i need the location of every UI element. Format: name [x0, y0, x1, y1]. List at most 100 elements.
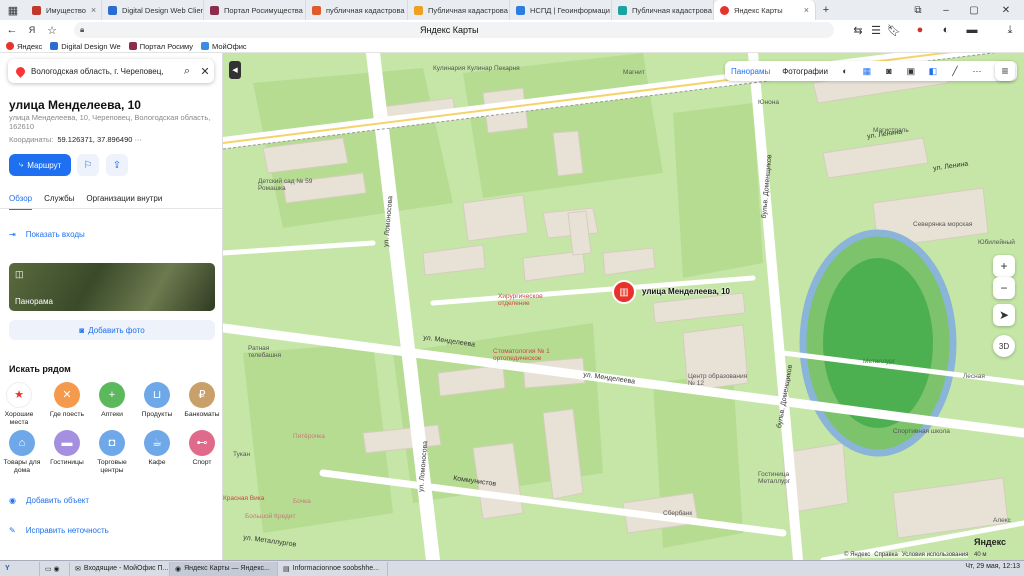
zoom-in-button[interactable]: +: [993, 255, 1015, 277]
map-layers-icon[interactable]: ◧: [922, 61, 944, 81]
browser-tab[interactable]: НСПД | Геоинформаци: [510, 0, 612, 20]
fix-error-link[interactable]: ✎ Исправить неточность: [9, 526, 109, 535]
poi-label[interactable]: Центр образования № 12: [688, 373, 748, 387]
geolocation-button[interactable]: ➤: [993, 304, 1015, 326]
poi-label[interactable]: Ратная телебашня: [248, 345, 298, 359]
coordinates-value[interactable]: 59.126371, 37.896490: [57, 135, 132, 144]
start-menu-icon[interactable]: Y: [0, 561, 40, 576]
poi-label[interactable]: Сбербанк: [663, 510, 692, 517]
close-tab-icon[interactable]: ×: [91, 5, 96, 15]
menu-icon[interactable]: ≡: [995, 61, 1015, 81]
poi-label[interactable]: Юбилейный: [978, 239, 1015, 246]
poi-label[interactable]: Красная Вика: [223, 495, 264, 502]
poi-label[interactable]: Детский сад № 59 Ромашка: [258, 178, 318, 192]
category-sport[interactable]: ⊷ Спорт: [182, 430, 222, 467]
poi-label[interactable]: Магнит: [623, 69, 645, 76]
bookmark-item[interactable]: Digital Design We: [50, 42, 121, 51]
poi-label[interactable]: Лесная: [963, 373, 985, 380]
close-tab-icon[interactable]: ×: [804, 5, 809, 15]
taskbar-item[interactable]: ✉ Входящие - МойОфис П...: [70, 561, 170, 576]
poi-label[interactable]: Кулинария Кулинар Пекарня: [433, 65, 520, 72]
poi-label[interactable]: Северянка морская: [913, 221, 973, 228]
save-bookmark-button[interactable]: ⚐: [77, 154, 99, 176]
poi-label[interactable]: Хирургическое отделение: [498, 293, 558, 307]
panorama-preview[interactable]: ◫ Панорама: [9, 263, 215, 311]
close-window-icon[interactable]: ✕: [992, 0, 1020, 20]
translate-icon[interactable]: ⇆: [848, 20, 868, 40]
more-icon[interactable]: ⋯: [966, 61, 988, 81]
search-box[interactable]: Вологодская область, г. Череповец, ⌕ ✕: [8, 59, 214, 83]
browser-tab[interactable]: публичная кадастрова: [306, 0, 408, 20]
add-object-link[interactable]: ◉ Добавить объект: [9, 496, 89, 505]
poi-label[interactable]: Стоматология № 1 ортопедическое: [493, 348, 563, 362]
taskbar-item[interactable]: ◉ Яндекс Карты — Яндекс...: [170, 561, 278, 576]
traffic-icon[interactable]: ▦: [856, 61, 878, 81]
quick-launch-icon[interactable]: ▭ ◉: [40, 561, 70, 576]
category-groceries[interactable]: ⊔ Продукты: [137, 382, 177, 419]
poi-label[interactable]: Бочка: [293, 498, 311, 505]
category-hotels[interactable]: ▬ Гостиницы: [47, 430, 87, 467]
bookmark-icon[interactable]: 🔖︎: [884, 20, 904, 40]
search-input[interactable]: Вологодская область, г. Череповец,: [31, 67, 178, 76]
category-pharmacy[interactable]: + Аптеки: [92, 382, 132, 419]
place-marker-label[interactable]: улица Менделеева, 10: [642, 287, 730, 296]
reader-icon[interactable]: ☰: [866, 20, 886, 40]
poi-label[interactable]: Алекс: [993, 517, 1011, 524]
poi-label[interactable]: Металлург: [863, 358, 895, 365]
browser-tab[interactable]: Имущество ×: [26, 0, 102, 20]
route-button[interactable]: ⤷ Маршрут: [9, 154, 71, 176]
downloads-icon[interactable]: ⤓: [1000, 20, 1020, 40]
minimize-icon[interactable]: –: [932, 0, 960, 20]
tab-menu-icon[interactable]: ▦: [0, 0, 26, 20]
poi-label[interactable]: Тукан: [233, 451, 250, 458]
collapse-panel-button[interactable]: ◀: [229, 61, 241, 79]
place-marker[interactable]: ▥: [612, 280, 636, 304]
layers-icon[interactable]: ◐: [834, 61, 856, 81]
category-cafe[interactable]: ☕︎ Кафе: [137, 430, 177, 467]
close-icon[interactable]: ✕: [196, 65, 214, 78]
poi-label[interactable]: Магистраль: [873, 127, 909, 134]
browser-tab[interactable]: Публичная кадастрова: [408, 0, 510, 20]
bookmark-star-icon[interactable]: ☆: [42, 20, 62, 40]
category-food[interactable]: ✕ Где поесть: [47, 382, 87, 419]
bookmark-item[interactable]: Яндекс: [6, 42, 42, 51]
browser-tab[interactable]: Портал Росимущества: [204, 0, 306, 20]
new-tab-icon[interactable]: +: [816, 0, 836, 20]
category-atm[interactable]: ₽ Банкоматы: [182, 382, 222, 419]
show-entrances-link[interactable]: ⇥ Показать входы: [9, 230, 85, 239]
category-malls[interactable]: ◘ Торговые центры: [92, 430, 132, 475]
yandex-account-icon[interactable]: Я: [22, 20, 42, 40]
maximize-icon[interactable]: ▢: [960, 0, 988, 20]
browser-tab[interactable]: Публичная кадастрова: [612, 0, 714, 20]
poi-label[interactable]: Спортивная школа: [893, 428, 953, 435]
back-icon[interactable]: ←: [2, 20, 22, 40]
extension-icon[interactable]: ◐: [936, 20, 956, 40]
panoramas-button[interactable]: Панорамы: [725, 67, 776, 76]
browser-tab[interactable]: Digital Design Web Clien: [102, 0, 204, 20]
help-link[interactable]: Справка: [874, 552, 898, 558]
more-icon[interactable]: ⋯: [135, 135, 143, 144]
poi-label[interactable]: Гостиница Металлург: [758, 471, 798, 485]
poi-label[interactable]: Большой Кредит: [245, 513, 295, 520]
category-home-goods[interactable]: ⌂ Товары для дома: [2, 430, 42, 475]
bookmark-item[interactable]: Портал Росиму: [128, 42, 193, 51]
ruler-icon[interactable]: ╱: [944, 61, 966, 81]
poi-label[interactable]: Пятёрочка: [293, 433, 325, 440]
add-photo-button[interactable]: ◙ Добавить фото: [9, 320, 215, 340]
3d-button[interactable]: 3D: [993, 335, 1015, 357]
camera-icon[interactable]: ◙: [878, 61, 900, 81]
browser-tab-active[interactable]: Яндекс Карты ×: [714, 0, 816, 20]
taskbar-item[interactable]: ▤ Informacionnoe soobshhe...: [278, 561, 388, 576]
share-button[interactable]: ⇪: [106, 154, 128, 176]
photos-button[interactable]: Фотографии: [776, 67, 834, 76]
bookmarks-icon[interactable]: ⧉: [904, 0, 932, 20]
extension-icon[interactable]: ●: [910, 20, 930, 40]
category-good-places[interactable]: ★ Хорошие места: [0, 382, 39, 427]
search-icon[interactable]: ⌕: [178, 65, 196, 78]
terms-link[interactable]: Условия использования: [902, 552, 969, 558]
map-canvas[interactable]: ул. Ленина ул. Ленина ул. Ломоносова ул.…: [223, 53, 1024, 560]
poi-label[interactable]: Юнона: [758, 99, 779, 106]
transport-icon[interactable]: ▣: [900, 61, 922, 81]
zoom-out-button[interactable]: −: [993, 277, 1015, 299]
extension-icon[interactable]: ▬: [962, 20, 982, 40]
